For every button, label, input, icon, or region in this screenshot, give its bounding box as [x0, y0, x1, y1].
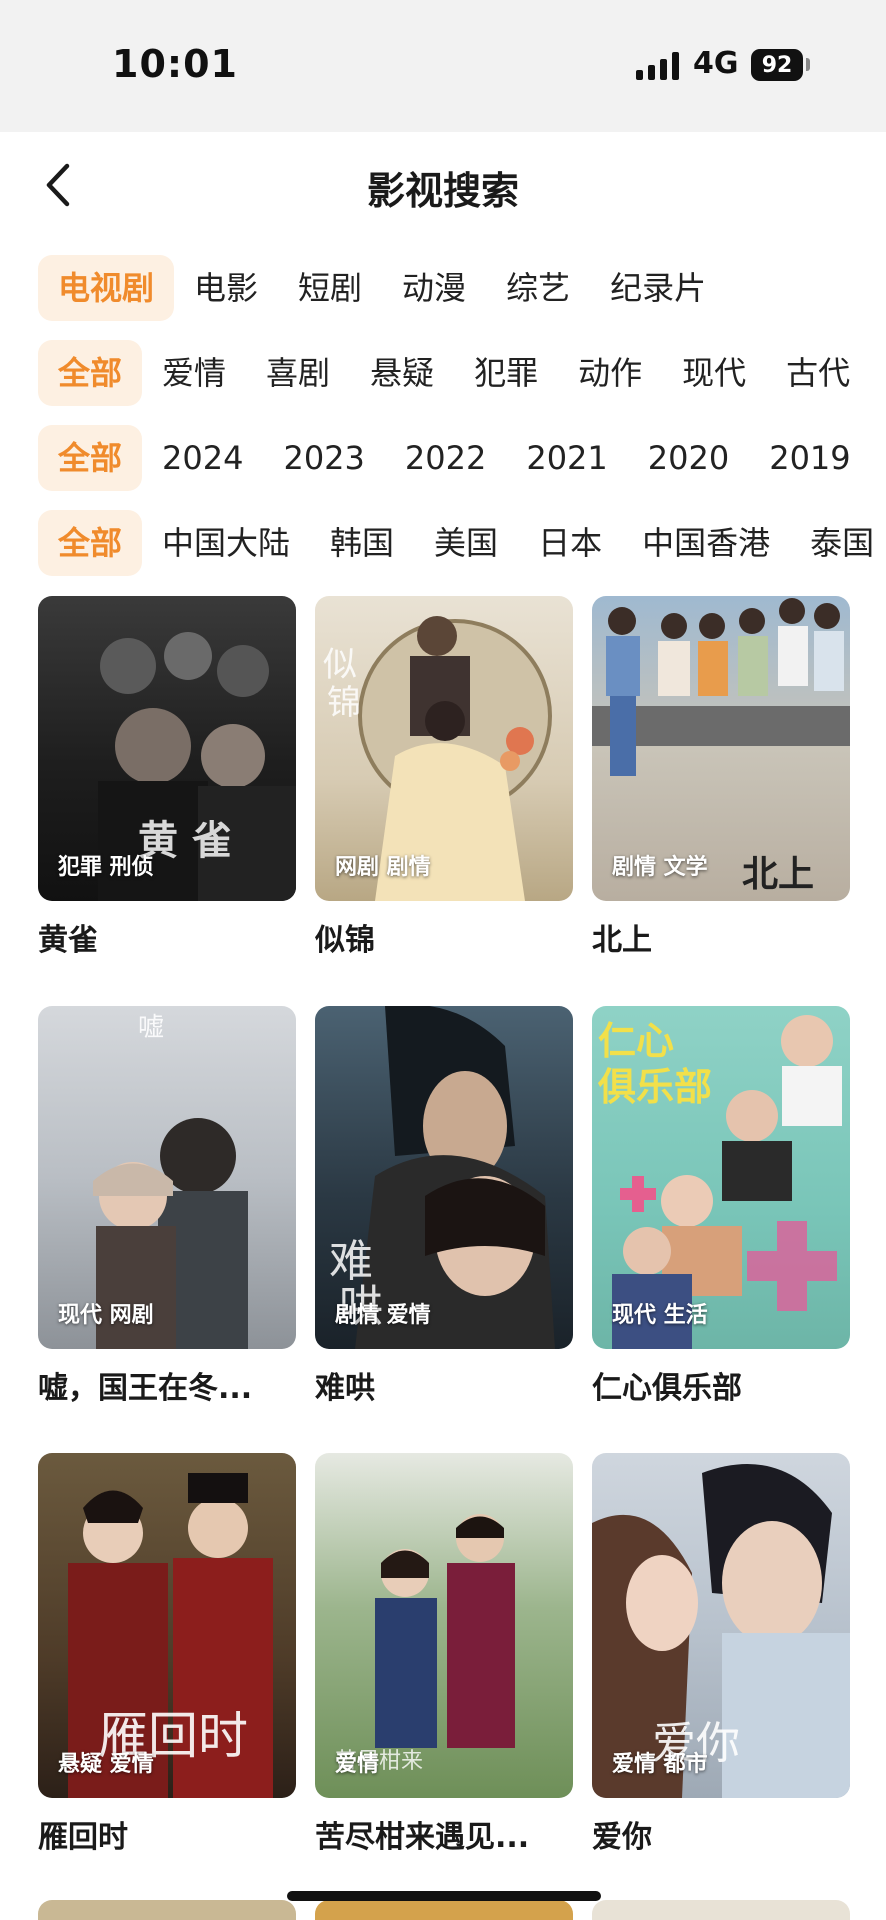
battery-level: 92	[761, 52, 793, 78]
poster-tags: 剧情 爱情	[335, 1303, 431, 1328]
type-chip[interactable]: 短剧	[278, 255, 382, 321]
type-filter-row: 电视剧 电影 短剧 动漫 综艺 纪录片	[38, 255, 886, 321]
year-chip[interactable]: 2024	[142, 425, 263, 491]
region-filter-row: 全部 中国大陆 韩国 美国 日本 中国香港 泰国	[38, 510, 886, 576]
result-card[interactable]: 苦尽柑来 爱情 苦尽柑来遇见...	[315, 1453, 573, 1856]
page-title: 影视搜索	[366, 169, 519, 213]
region-chip[interactable]: 中国大陆	[142, 510, 310, 576]
svg-text:仁心: 仁心	[598, 1019, 674, 1063]
card-title: 似锦	[315, 923, 375, 958]
card-title: 嘘，国王在冬...	[38, 1371, 253, 1406]
result-card[interactable]: 北上 剧情 文学 北上	[592, 596, 850, 959]
card-title: 苦尽柑来遇见...	[315, 1820, 530, 1855]
year-chip[interactable]: 2023	[263, 425, 384, 491]
battery-icon: 92	[751, 49, 803, 81]
genre-chip[interactable]: 犯罪	[454, 340, 558, 406]
genre-chip[interactable]: 爱情	[142, 340, 246, 406]
result-card[interactable]: 难 哄 剧情 爱情 难哄	[315, 1006, 573, 1407]
svg-text:北上: 北上	[742, 854, 814, 895]
card-title: 难哄	[315, 1371, 375, 1406]
poster-image: 爱你 爱情 都市	[592, 1453, 850, 1798]
svg-text:难: 难	[329, 1236, 373, 1287]
poster-tags: 爱情	[335, 1752, 380, 1777]
poster-tags: 剧情 文学	[612, 855, 708, 880]
year-chip[interactable]: 2019	[749, 425, 870, 491]
genre-chip[interactable]: 喜剧	[246, 340, 350, 406]
region-chip[interactable]: 日本	[518, 510, 622, 576]
genre-chip[interactable]: 动作	[558, 340, 662, 406]
svg-text:似: 似	[323, 645, 357, 685]
region-chip[interactable]: 韩国	[310, 510, 414, 576]
signal-icon	[636, 52, 679, 80]
type-chip[interactable]: 电影	[174, 255, 278, 321]
poster-image: 北上 剧情 文学	[592, 596, 850, 901]
genre-filter-row: 全部 爱情 喜剧 悬疑 犯罪 动作 现代 古代	[38, 340, 886, 406]
result-card[interactable]	[315, 1900, 573, 1920]
network-label: 4G	[693, 46, 739, 81]
poster-tags: 现代 生活	[612, 1303, 708, 1328]
result-card[interactable]: 雁回时 悬疑 爱情 雁回时	[38, 1453, 296, 1856]
region-chip[interactable]: 中国香港	[622, 510, 790, 576]
poster-image: 苦尽柑来 爱情	[315, 1453, 573, 1798]
poster-tags: 爱情 都市	[612, 1752, 708, 1777]
year-chip[interactable]: 2021	[506, 425, 627, 491]
result-card[interactable]: 嘘 现代 网剧 嘘，国王在冬...	[38, 1006, 296, 1407]
card-title: 北上	[592, 923, 652, 958]
header: 影视搜索	[0, 132, 886, 240]
poster-image	[592, 1900, 850, 1920]
poster-image: 嘘 现代 网剧	[38, 1006, 296, 1349]
poster-image: 仁心 俱乐部 现代 生活	[592, 1006, 850, 1349]
result-card[interactable]: 爱你 爱情 都市 爱你	[592, 1453, 850, 1856]
result-card[interactable]: 仁心 俱乐部 现代 生活 仁心俱乐部	[592, 1006, 850, 1407]
type-chip[interactable]: 综艺	[486, 255, 590, 321]
type-chip[interactable]: 纪录片	[590, 255, 726, 321]
poster-image: 雁回时 悬疑 爱情	[38, 1453, 296, 1798]
home-indicator[interactable]	[287, 1891, 601, 1901]
result-card[interactable]: 似 锦 网剧 剧情 似锦	[315, 596, 573, 959]
svg-text:嘘: 嘘	[138, 1013, 164, 1043]
card-title: 黄雀	[38, 923, 98, 958]
card-title: 仁心俱乐部	[592, 1371, 742, 1406]
status-time: 10:01	[112, 42, 238, 86]
result-card[interactable]	[38, 1900, 296, 1920]
status-bar: 10:01 4G 92	[0, 0, 886, 132]
poster-image: 难 哄 剧情 爱情	[315, 1006, 573, 1349]
year-chip[interactable]: 2020	[628, 425, 749, 491]
poster-image	[315, 1900, 573, 1920]
region-chip[interactable]: 泰国	[790, 510, 886, 576]
card-title: 雁回时	[38, 1820, 128, 1855]
poster-tags: 现代 网剧	[58, 1303, 154, 1328]
year-chip[interactable]: 20	[871, 425, 886, 491]
year-chip[interactable]: 全部	[38, 425, 143, 491]
battery-tip	[806, 58, 810, 71]
poster-image	[38, 1900, 296, 1920]
genre-chip[interactable]: 古代	[766, 340, 870, 406]
svg-text:俱乐部: 俱乐部	[597, 1065, 712, 1109]
type-chip[interactable]: 电视剧	[38, 255, 175, 321]
poster-tags: 悬疑 爱情	[58, 1752, 154, 1777]
card-title: 爱你	[592, 1820, 652, 1855]
year-chip[interactable]: 2022	[385, 425, 506, 491]
poster-image: 似 锦 网剧 剧情	[315, 596, 573, 901]
genre-chip[interactable]: 悬疑	[350, 340, 454, 406]
genre-chip[interactable]: 全部	[38, 340, 143, 406]
svg-text:锦: 锦	[327, 683, 361, 723]
year-filter-row: 全部 2024 2023 2022 2021 2020 2019 20	[38, 425, 886, 491]
poster-tags: 犯罪 刑侦	[58, 855, 154, 880]
result-card[interactable]: 黄 雀 犯罪 刑侦 黄雀	[38, 596, 296, 959]
poster-tags: 网剧 剧情	[335, 855, 431, 880]
region-chip[interactable]: 美国	[414, 510, 518, 576]
region-chip[interactable]: 全部	[38, 510, 143, 576]
genre-chip[interactable]: 现代	[662, 340, 766, 406]
result-card[interactable]	[592, 1900, 850, 1920]
poster-image: 黄 雀 犯罪 刑侦	[38, 596, 296, 901]
type-chip[interactable]: 动漫	[382, 255, 486, 321]
